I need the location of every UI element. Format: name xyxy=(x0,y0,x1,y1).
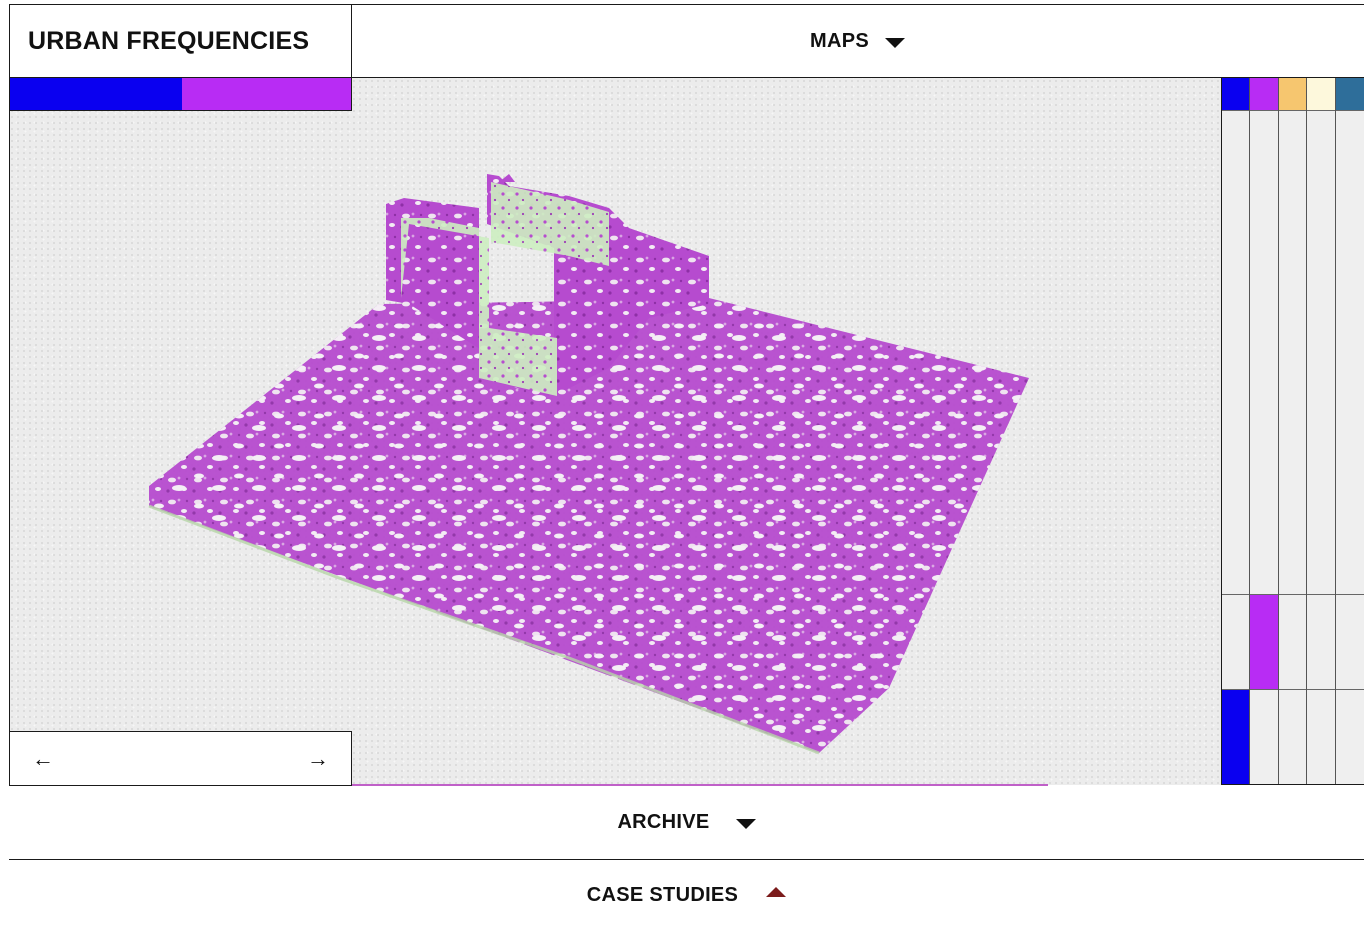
swatch-blue[interactable] xyxy=(10,78,182,110)
chevron-down-icon xyxy=(884,37,905,48)
grid-cell-highlight-purple xyxy=(1250,595,1278,690)
grid-swatch-cream[interactable] xyxy=(1307,78,1335,111)
grid-cell xyxy=(1279,690,1306,784)
grid-cell xyxy=(1278,595,1307,690)
grid-column-1 xyxy=(1222,78,1251,784)
grid-column-3 xyxy=(1278,78,1308,784)
grid-cell xyxy=(1335,595,1364,690)
arrow-left-icon[interactable]: ← xyxy=(32,747,54,770)
grid-swatch-purple[interactable] xyxy=(1250,78,1278,111)
grid-column-5 xyxy=(1335,78,1364,784)
point-cloud-render xyxy=(148,174,1029,755)
point-cloud-viewer[interactable] xyxy=(9,78,1221,785)
grid-cell xyxy=(1278,111,1307,595)
brand-box[interactable]: URBAN FREQUENCIES xyxy=(9,4,352,78)
grid-cell xyxy=(1307,595,1335,690)
grid-cell xyxy=(1307,690,1334,784)
grid-cell xyxy=(1335,111,1364,595)
case-studies-nav[interactable]: CASE STUDIES xyxy=(9,860,1364,930)
grid-cell-highlight-blue xyxy=(1222,690,1250,784)
layer-grid xyxy=(1221,78,1364,785)
grid-swatch-blue[interactable] xyxy=(1222,78,1250,111)
layer-swatch-strip xyxy=(9,78,352,111)
chevron-up-icon xyxy=(766,887,787,897)
maps-label: MAPS xyxy=(810,29,869,52)
grid-cell xyxy=(1222,595,1250,690)
brand-title: URBAN FREQUENCIES xyxy=(28,26,310,55)
swatch-purple[interactable] xyxy=(182,78,351,110)
grid-cell xyxy=(1250,690,1277,784)
grid-column-2 xyxy=(1250,78,1279,784)
maps-nav[interactable]: MAPS xyxy=(351,4,1364,78)
archive-nav[interactable]: ARCHIVE xyxy=(9,786,1364,860)
grid-swatch-orange[interactable] xyxy=(1278,78,1307,111)
grid-swatch-teal[interactable] xyxy=(1335,78,1364,111)
archive-label: ARCHIVE xyxy=(617,811,710,833)
case-studies-label: CASE STUDIES xyxy=(586,883,739,906)
grid-cell xyxy=(1250,111,1278,595)
grid-cell xyxy=(1222,111,1250,595)
chevron-down-icon xyxy=(735,819,756,829)
grid-cell xyxy=(1307,111,1335,595)
grid-column-4 xyxy=(1307,78,1336,784)
map-pager: ← → xyxy=(9,731,352,786)
arrow-right-icon[interactable]: → xyxy=(307,747,329,770)
grid-cell xyxy=(1336,690,1364,784)
